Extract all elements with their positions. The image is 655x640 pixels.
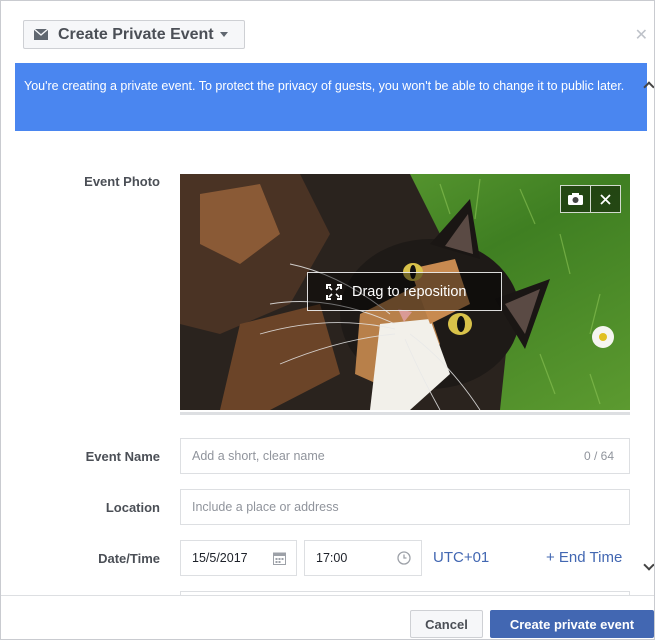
- remove-photo-icon[interactable]: [590, 186, 620, 212]
- move-arrows-icon: [326, 283, 342, 300]
- cancel-button[interactable]: Cancel: [410, 610, 483, 638]
- event-name-label: Event Name: [85, 449, 160, 464]
- privacy-banner: You're creating a private event. To prot…: [15, 63, 647, 131]
- event-name-placeholder: Add a short, clear name: [192, 449, 325, 463]
- time-input[interactable]: 17:00: [304, 540, 422, 576]
- time-value: 17:00: [316, 551, 348, 565]
- calendar-icon: [273, 552, 286, 565]
- event-type-dropdown[interactable]: Create Private Event: [23, 20, 245, 49]
- reposition-label: Drag to reposition: [352, 283, 467, 300]
- camera-icon[interactable]: [561, 186, 590, 212]
- date-value: 15/5/2017: [192, 551, 248, 565]
- datetime-label: Date/Time: [98, 551, 160, 566]
- envelope-icon: [34, 29, 48, 40]
- scroll-down-icon[interactable]: [643, 559, 654, 571]
- event-photo-label: Event Photo: [84, 174, 160, 189]
- end-time-link[interactable]: + End Time: [546, 549, 622, 566]
- caret-down-icon: [219, 32, 228, 37]
- drag-to-reposition-handle[interactable]: Drag to reposition: [307, 272, 502, 311]
- event-name-counter: 0 / 64: [583, 449, 614, 463]
- date-input[interactable]: 15/5/2017: [180, 540, 297, 576]
- create-private-event-button[interactable]: Create private event: [490, 610, 654, 638]
- event-name-input[interactable]: Add a short, clear name 0 / 64: [180, 438, 630, 474]
- photo-controls: [560, 185, 621, 213]
- close-icon[interactable]: ✕: [635, 25, 648, 45]
- location-placeholder: Include a place or address: [192, 500, 339, 514]
- dialog-header: Create Private Event ✕: [1, 1, 654, 61]
- location-label: Location: [105, 500, 160, 515]
- location-input[interactable]: Include a place or address: [180, 489, 630, 525]
- create-event-dialog: Create Private Event ✕ You're creating a…: [0, 0, 655, 640]
- photo-divider: [180, 412, 630, 415]
- timezone-link[interactable]: UTC+01: [433, 549, 489, 566]
- dialog-footer: Cancel Create private event: [1, 595, 654, 639]
- clock-icon: [397, 551, 411, 565]
- dialog-title: Create Private Event: [58, 25, 214, 43]
